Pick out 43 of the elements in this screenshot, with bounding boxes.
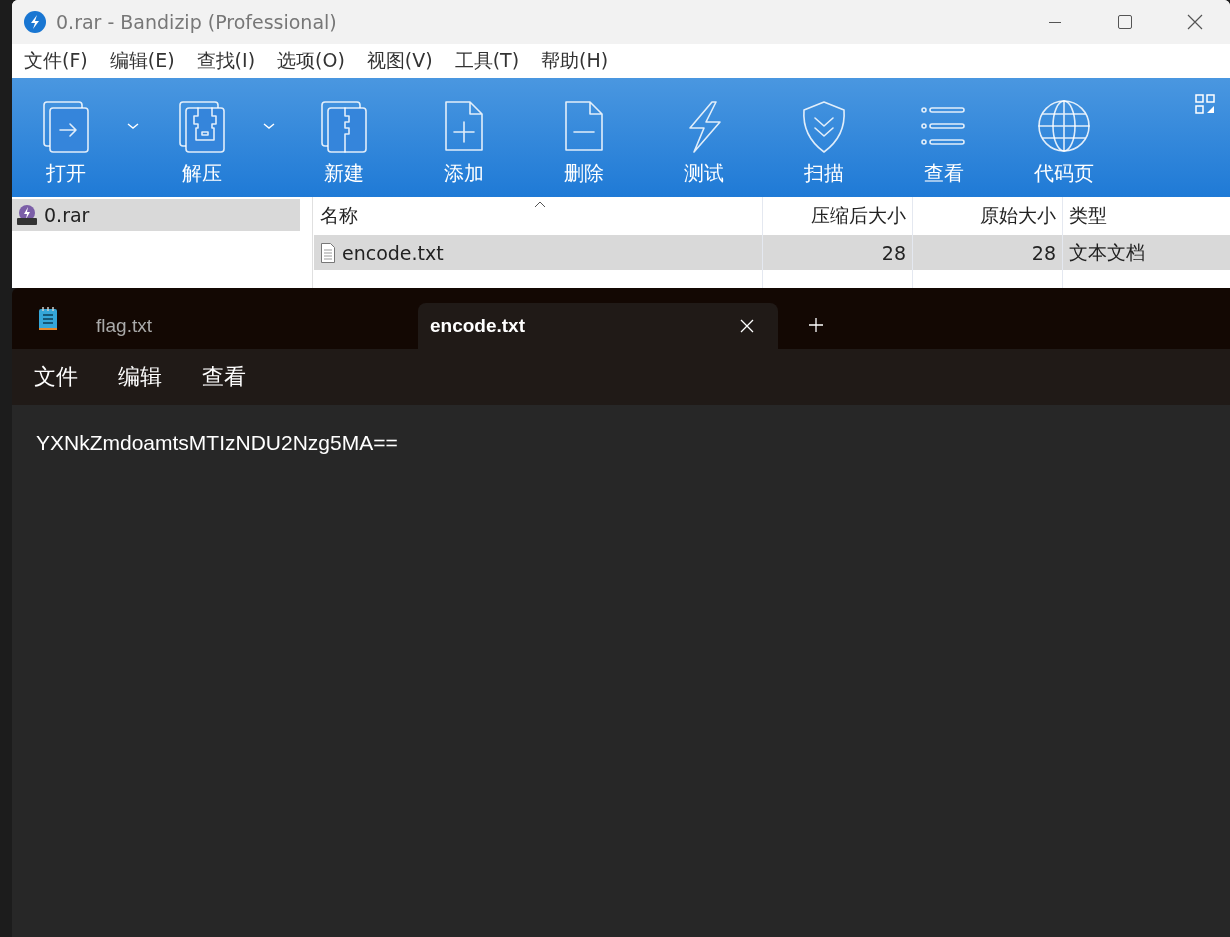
menu-item[interactable]: 查找(I) — [196, 48, 256, 74]
document-text: YXNkZmdoamtsMTIzNDU2Nzg5MA== — [36, 431, 399, 455]
toolbar-button[interactable]: 新建 — [284, 98, 404, 187]
new-tab-icon[interactable] — [808, 316, 824, 333]
menu-item[interactable]: 编辑(E) — [109, 48, 175, 74]
toolbar-button[interactable]: 打开 — [12, 98, 120, 187]
toolbar-button[interactable]: 解压 — [148, 98, 256, 187]
layout-grid-icon[interactable] — [1195, 94, 1215, 114]
sort-ascending-icon — [534, 201, 546, 208]
tab[interactable]: flag.txt — [58, 303, 418, 349]
toolbar-button[interactable]: 查看 — [884, 98, 1004, 187]
text-area[interactable]: YXNkZmdoamtsMTIzNDU2Nzg5MA== — [12, 405, 1230, 937]
archive-badge-icon — [16, 204, 38, 226]
menu-item[interactable]: 查看 — [202, 362, 246, 392]
toolbar-button[interactable]: 删除 — [524, 98, 644, 187]
table-cell-text: 文本文档 — [1068, 239, 1146, 265]
column-header[interactable]: 类型 — [1063, 197, 1221, 235]
menu-item[interactable]: 帮助(H) — [541, 48, 609, 74]
text-file-icon — [320, 242, 336, 263]
dropdown-caret-icon[interactable] — [262, 122, 276, 130]
file-row[interactable]: encode.txt 28 28 文本文档 — [314, 235, 1230, 270]
tree-item[interactable]: 0.rar — [12, 199, 300, 231]
app-logo-icon — [24, 11, 46, 33]
toolbar-button[interactable]: 添加 — [404, 98, 524, 187]
tab[interactable]: encode.txt — [418, 303, 778, 349]
notepad-icon — [38, 306, 58, 331]
table-cell: 28 — [913, 235, 1063, 270]
toolbar-button[interactable]: 代码页 — [1004, 98, 1124, 187]
toolbar-button[interactable]: 测试 — [644, 98, 764, 187]
file-name: encode.txt — [342, 241, 444, 264]
menu-item[interactable]: 工具(T) — [454, 48, 520, 74]
window-title: 0.rar - Bandizip (Professional) — [56, 11, 337, 33]
toolbar-button[interactable]: 扫描 — [764, 98, 884, 187]
menu-item[interactable]: 文件 — [34, 362, 78, 392]
globe-icon — [1036, 98, 1092, 154]
menu-item[interactable]: 编辑 — [118, 362, 162, 392]
menu-item[interactable]: 文件(F) — [24, 48, 88, 74]
menu-item[interactable]: 视图(V) — [366, 48, 433, 74]
dropdown-caret-icon[interactable] — [126, 122, 140, 130]
column-header-label: 名称 — [320, 203, 358, 228]
table-cell: 28 — [763, 235, 913, 270]
close-icon[interactable] — [740, 319, 754, 333]
menu-item[interactable]: 选项(O) — [277, 48, 345, 74]
